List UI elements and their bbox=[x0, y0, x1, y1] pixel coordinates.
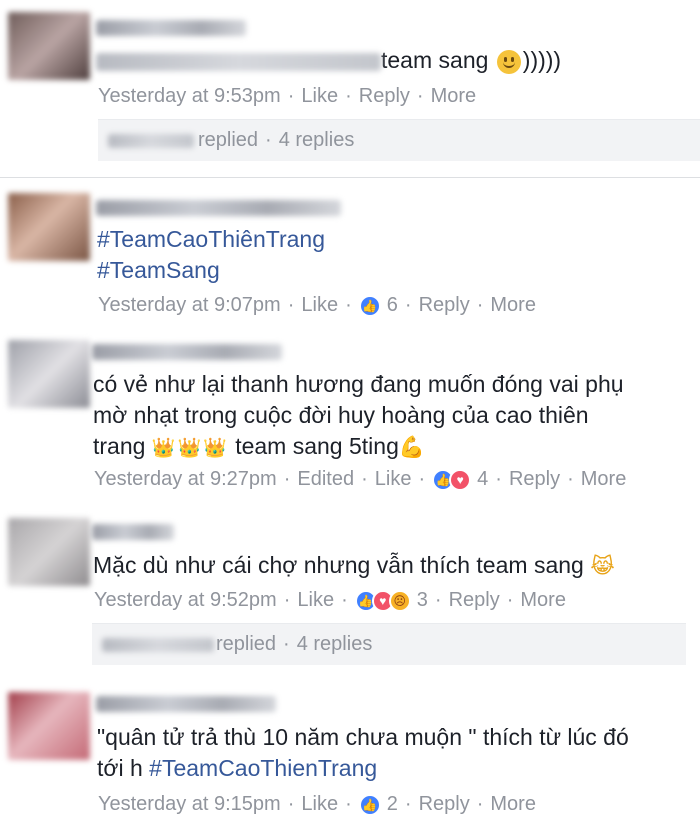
reactions[interactable]: 👍 bbox=[358, 793, 381, 816]
avatar[interactable] bbox=[8, 692, 90, 760]
slightly-smiling-face-icon bbox=[496, 49, 521, 74]
reply-link[interactable]: Reply bbox=[419, 793, 470, 816]
reactions[interactable]: 👍 ♥ ☹ bbox=[354, 589, 411, 612]
flexed-biceps-icon: 💪 bbox=[398, 435, 426, 459]
timestamp[interactable]: Yesterday at 9:07pm bbox=[98, 294, 281, 317]
like-link[interactable]: Like bbox=[301, 793, 338, 816]
cat-with-tears-of-joy-icon: 😹 bbox=[590, 554, 615, 578]
more-link[interactable]: More bbox=[431, 85, 477, 108]
comment-meta: Yesterday at 9:52pm · Like · 👍 ♥ ☹ 3 · R… bbox=[94, 589, 566, 612]
comment-5: "quân tử trả thù 10 năm chưa muộn " thíc… bbox=[0, 680, 700, 832]
like-link[interactable]: Like bbox=[297, 589, 334, 612]
timestamp[interactable]: Yesterday at 9:27pm bbox=[94, 468, 277, 491]
comment-meta: Yesterday at 9:53pm · Like · Reply · Mor… bbox=[98, 85, 477, 108]
avatar[interactable] bbox=[8, 193, 90, 261]
timestamp[interactable]: Yesterday at 9:53pm bbox=[98, 85, 281, 108]
more-link[interactable]: More bbox=[581, 468, 627, 491]
comment-meta: Yesterday at 9:07pm · Like · 👍 6 · Reply… bbox=[98, 294, 536, 317]
timestamp[interactable]: Yesterday at 9:52pm bbox=[94, 589, 277, 612]
more-link[interactable]: More bbox=[490, 294, 536, 317]
comment-4: Mặc dù như cái chợ nhưng vẫn thích team … bbox=[0, 508, 700, 680]
commenter-name-blurred[interactable] bbox=[92, 344, 282, 360]
hashtag-link[interactable]: #TeamCaoThienTrang bbox=[149, 755, 377, 781]
commenter-name-blurred[interactable] bbox=[96, 20, 246, 36]
avatar[interactable] bbox=[8, 340, 90, 408]
more-link[interactable]: More bbox=[490, 793, 536, 816]
blurred-name bbox=[102, 637, 214, 652]
comment-text: Mặc dù như cái chợ nhưng vẫn thích team … bbox=[93, 552, 615, 578]
replies-summary[interactable]: replied · 4 replies bbox=[92, 623, 686, 665]
reaction-count[interactable]: 6 bbox=[387, 294, 398, 317]
comment-2: #TeamCaoThiênTrang #TeamSang Yesterday a… bbox=[0, 178, 700, 328]
commenter-name-blurred[interactable] bbox=[92, 524, 174, 540]
timestamp[interactable]: Yesterday at 9:15pm bbox=[98, 793, 281, 816]
comment-1: team sang ))))) Yesterday at 9:53pm · Li… bbox=[0, 0, 700, 175]
more-link[interactable]: More bbox=[520, 589, 566, 612]
comment-text: #TeamCaoThiênTrang #TeamSang bbox=[97, 224, 325, 286]
avatar[interactable] bbox=[8, 518, 90, 586]
reply-link[interactable]: Reply bbox=[419, 294, 470, 317]
angry-reaction-icon: ☹ bbox=[388, 589, 411, 612]
love-reaction-icon: ♥ bbox=[449, 468, 472, 491]
blurred-text bbox=[96, 52, 381, 71]
crown-emoji-icon: 👑👑👑 bbox=[151, 437, 229, 459]
like-reaction-icon: 👍 bbox=[358, 294, 381, 317]
like-link[interactable]: Like bbox=[301, 85, 338, 108]
reply-link[interactable]: Reply bbox=[359, 85, 410, 108]
reaction-count[interactable]: 4 bbox=[477, 468, 488, 491]
reaction-count[interactable]: 2 bbox=[387, 793, 398, 816]
blurred-name bbox=[108, 133, 194, 148]
comment-text: "quân tử trả thù 10 năm chưa muộn " thíc… bbox=[97, 724, 629, 781]
comment-text: có vẻ như lại thanh hương đang muốn đóng… bbox=[93, 371, 624, 459]
reply-link[interactable]: Reply bbox=[509, 468, 560, 491]
comment-3: có vẻ như lại thanh hương đang muốn đóng… bbox=[0, 328, 700, 508]
like-reaction-icon: 👍 bbox=[358, 793, 381, 816]
like-link[interactable]: Like bbox=[301, 294, 338, 317]
replies-summary[interactable]: replied · 4 replies bbox=[98, 119, 700, 161]
replies-count[interactable]: 4 replies bbox=[297, 633, 373, 656]
reactions[interactable]: 👍 ♥ bbox=[432, 468, 472, 491]
avatar[interactable] bbox=[8, 12, 90, 80]
reply-link[interactable]: Reply bbox=[449, 589, 500, 612]
commenter-name-blurred[interactable] bbox=[96, 696, 276, 712]
hashtag-link[interactable]: #TeamCaoThiênTrang bbox=[97, 224, 325, 255]
edited-link[interactable]: Edited bbox=[297, 468, 354, 491]
commenter-name-blurred[interactable] bbox=[96, 200, 341, 216]
reactions[interactable]: 👍 bbox=[358, 294, 381, 317]
comment-meta: Yesterday at 9:27pm · Edited · Like · 👍 … bbox=[94, 468, 627, 491]
hashtag-link[interactable]: #TeamSang bbox=[97, 255, 325, 286]
comment-meta: Yesterday at 9:15pm · Like · 👍 2 · Reply… bbox=[98, 793, 536, 816]
like-link[interactable]: Like bbox=[375, 468, 412, 491]
comment-text: team sang ))))) bbox=[96, 45, 561, 76]
reaction-count[interactable]: 3 bbox=[417, 589, 428, 612]
replies-count[interactable]: 4 replies bbox=[279, 129, 355, 152]
